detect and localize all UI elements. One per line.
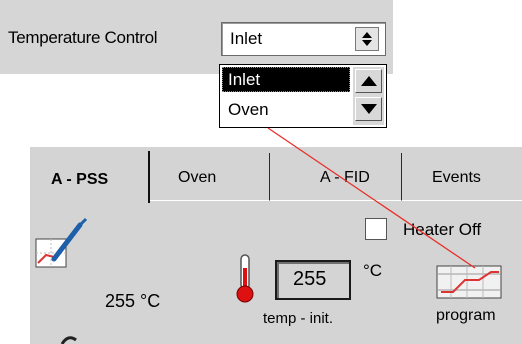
program-button[interactable] — [435, 264, 503, 300]
tab-label: A - FID — [320, 169, 370, 186]
triangle-up-icon — [361, 76, 377, 86]
tab-a-fid[interactable]: A - FID — [270, 153, 402, 201]
select-value: Inlet — [230, 29, 263, 48]
triangle-down-icon — [361, 104, 377, 114]
detector-panel: A - PSS Oven A - FID Events Heater Off 2… — [30, 147, 522, 344]
option-inlet[interactable]: Inlet — [222, 67, 350, 92]
temp-init-value: 255 — [293, 268, 327, 290]
temperature-control-label: Temperature Control — [8, 28, 158, 47]
temperature-control-select[interactable]: Inlet — [221, 22, 386, 56]
scroll-down-button[interactable] — [355, 97, 382, 121]
dropdown-list: Inlet Oven — [219, 64, 387, 128]
temp-init-field[interactable]: 255 — [275, 260, 351, 300]
tab-label: Events — [432, 169, 481, 186]
temp-init-label: temp - init. — [263, 310, 334, 327]
option-label: Oven — [228, 100, 269, 119]
program-label: program — [436, 307, 496, 324]
option-label: Inlet — [228, 70, 261, 89]
tab-events[interactable]: Events — [402, 153, 522, 201]
heater-off-label: Heater Off — [403, 220, 482, 239]
scroll-up-button[interactable] — [355, 69, 382, 93]
temperature-graph-icon — [35, 217, 88, 268]
tab-label: A - PSS — [51, 171, 109, 188]
tab-a-pss[interactable]: A - PSS — [34, 151, 150, 203]
select-arrows-icon[interactable] — [355, 27, 379, 51]
tab-row: A - PSS Oven A - FID Events — [30, 147, 522, 203]
dropdown-scrollbar[interactable] — [353, 67, 384, 125]
actual-temp-readout: 255 °C — [105, 291, 161, 311]
heater-off-checkbox[interactable] — [365, 218, 387, 240]
partial-icon — [60, 336, 77, 344]
thermometer-icon — [236, 254, 254, 303]
temp-unit-label: °C — [363, 261, 383, 280]
tab-oven[interactable]: Oven — [150, 153, 270, 201]
option-oven[interactable]: Oven — [222, 97, 350, 123]
tab-label: Oven — [178, 169, 217, 186]
